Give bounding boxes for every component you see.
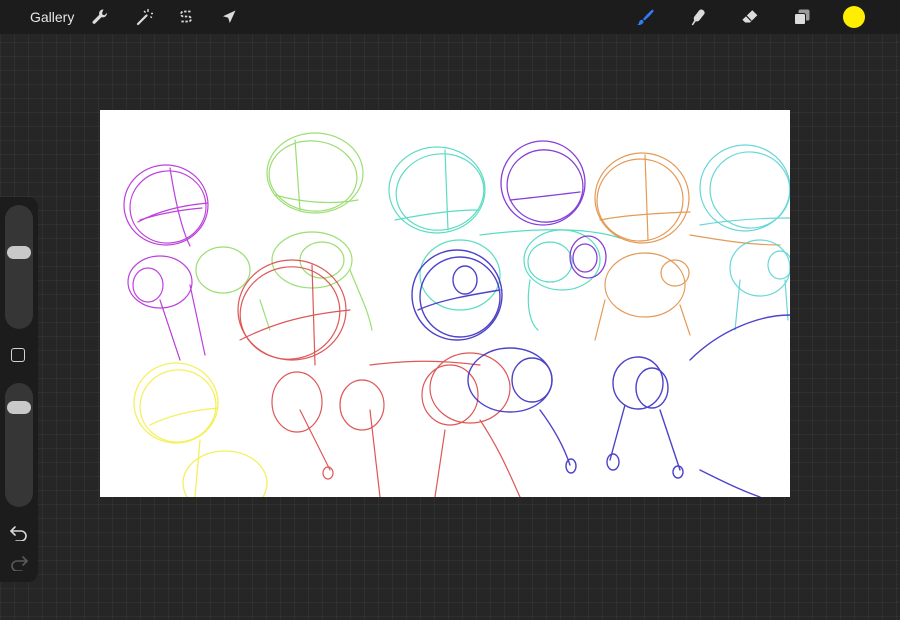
magic-wand-icon — [136, 9, 153, 26]
transform-button[interactable] — [217, 5, 241, 29]
opacity-slider[interactable] — [5, 383, 33, 507]
redo-icon — [11, 556, 28, 572]
opacity-slider-knob[interactable] — [7, 401, 31, 415]
actions-button[interactable] — [88, 5, 112, 29]
undo-button[interactable] — [9, 525, 29, 542]
drawing-canvas[interactable] — [100, 110, 790, 497]
sketch-artwork — [123, 132, 790, 497]
eraser-icon — [742, 10, 758, 23]
left-sidebar — [0, 197, 38, 582]
gallery-button[interactable]: Gallery — [30, 0, 74, 34]
brush-icon — [637, 9, 654, 26]
top-toolbar: Gallery — [0, 0, 900, 34]
selection-button[interactable] — [174, 5, 198, 29]
undo-icon — [10, 526, 27, 542]
wrench-icon — [92, 9, 107, 24]
brush-size-slider[interactable] — [5, 205, 33, 329]
color-swatch[interactable] — [843, 6, 865, 28]
eraser-button[interactable] — [738, 5, 762, 29]
adjustments-button[interactable] — [132, 5, 156, 29]
layers-icon — [794, 9, 810, 25]
brush-button[interactable] — [633, 5, 657, 29]
selection-s-icon — [180, 10, 192, 23]
smudge-icon — [691, 9, 705, 26]
redo-button[interactable] — [9, 555, 29, 572]
smudge-button[interactable] — [686, 5, 710, 29]
brush-size-slider-knob[interactable] — [7, 245, 31, 259]
modify-button[interactable] — [11, 348, 25, 362]
arrow-cursor-icon — [223, 10, 236, 23]
layers-button[interactable] — [790, 5, 814, 29]
